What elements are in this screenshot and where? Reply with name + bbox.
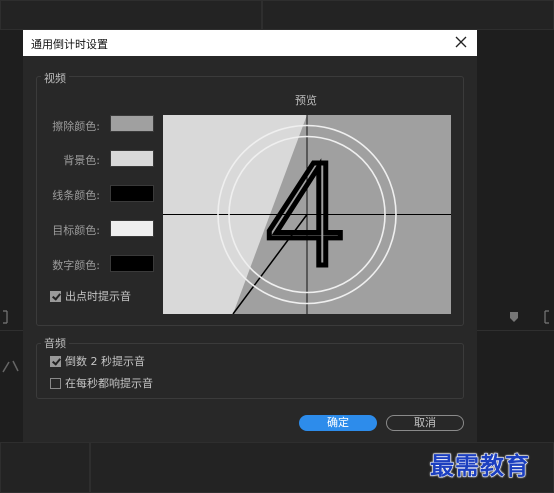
checkbox-checked-icon: [50, 355, 61, 367]
wipe-color-label: 擦除颜色:: [52, 120, 100, 133]
background-color-label: 背景色:: [63, 154, 100, 167]
background-panel-top-left: [0, 0, 262, 30]
video-group-label: 视频: [41, 70, 69, 86]
every-second-cue-checkbox[interactable]: 在每秒都响提示音: [50, 375, 153, 391]
countdown-cue-label: 倒数 2 秒提示音: [65, 355, 145, 368]
close-icon[interactable]: [452, 33, 470, 51]
countdown-cue-checkbox[interactable]: 倒数 2 秒提示音: [50, 353, 145, 369]
digit-color-swatch[interactable]: [110, 255, 154, 272]
bracket-icon: [544, 310, 549, 324]
preview-digit: 4: [262, 136, 351, 299]
checkbox-checked-icon: [50, 290, 61, 302]
cue-at-out-checkbox[interactable]: 出点时提示音: [50, 288, 131, 304]
background-divider: [477, 330, 554, 331]
line-color-swatch[interactable]: [110, 185, 154, 202]
ok-button[interactable]: 确定: [299, 415, 377, 431]
target-color-label: 目标颜色:: [52, 224, 100, 237]
cue-at-out-label: 出点时提示音: [65, 290, 131, 303]
digit-color-label: 数字颜色:: [52, 259, 100, 272]
bracket-icon: [3, 310, 8, 324]
background-color-swatch[interactable]: [110, 150, 154, 167]
dialog-title: 通用倒计时设置: [31, 38, 108, 51]
wipe-color-swatch[interactable]: [110, 115, 154, 132]
every-second-cue-label: 在每秒都响提示音: [65, 377, 153, 390]
background-divider: [0, 330, 23, 331]
line-color-label: 线条颜色:: [52, 189, 100, 202]
target-color-swatch[interactable]: [110, 220, 154, 237]
dialog-titlebar: 通用倒计时设置: [23, 30, 477, 56]
background-panel-bottom-left: [0, 442, 90, 493]
wrench-icon: [2, 360, 19, 373]
watermark-logo: 最需教育: [430, 451, 530, 481]
preview-label: 预览: [295, 94, 317, 107]
checkbox-unchecked-icon: [50, 377, 61, 389]
background-panel-top-right: [262, 0, 554, 30]
countdown-preview: 4: [163, 115, 451, 314]
marker-icon: [510, 312, 518, 322]
cancel-button[interactable]: 取消: [386, 415, 464, 431]
countdown-settings-dialog: 通用倒计时设置 视频 预览 擦除颜色: 背景色: 线条颜色: 目标颜色: 数字颜…: [23, 30, 477, 442]
audio-group-label: 音频: [41, 335, 69, 351]
